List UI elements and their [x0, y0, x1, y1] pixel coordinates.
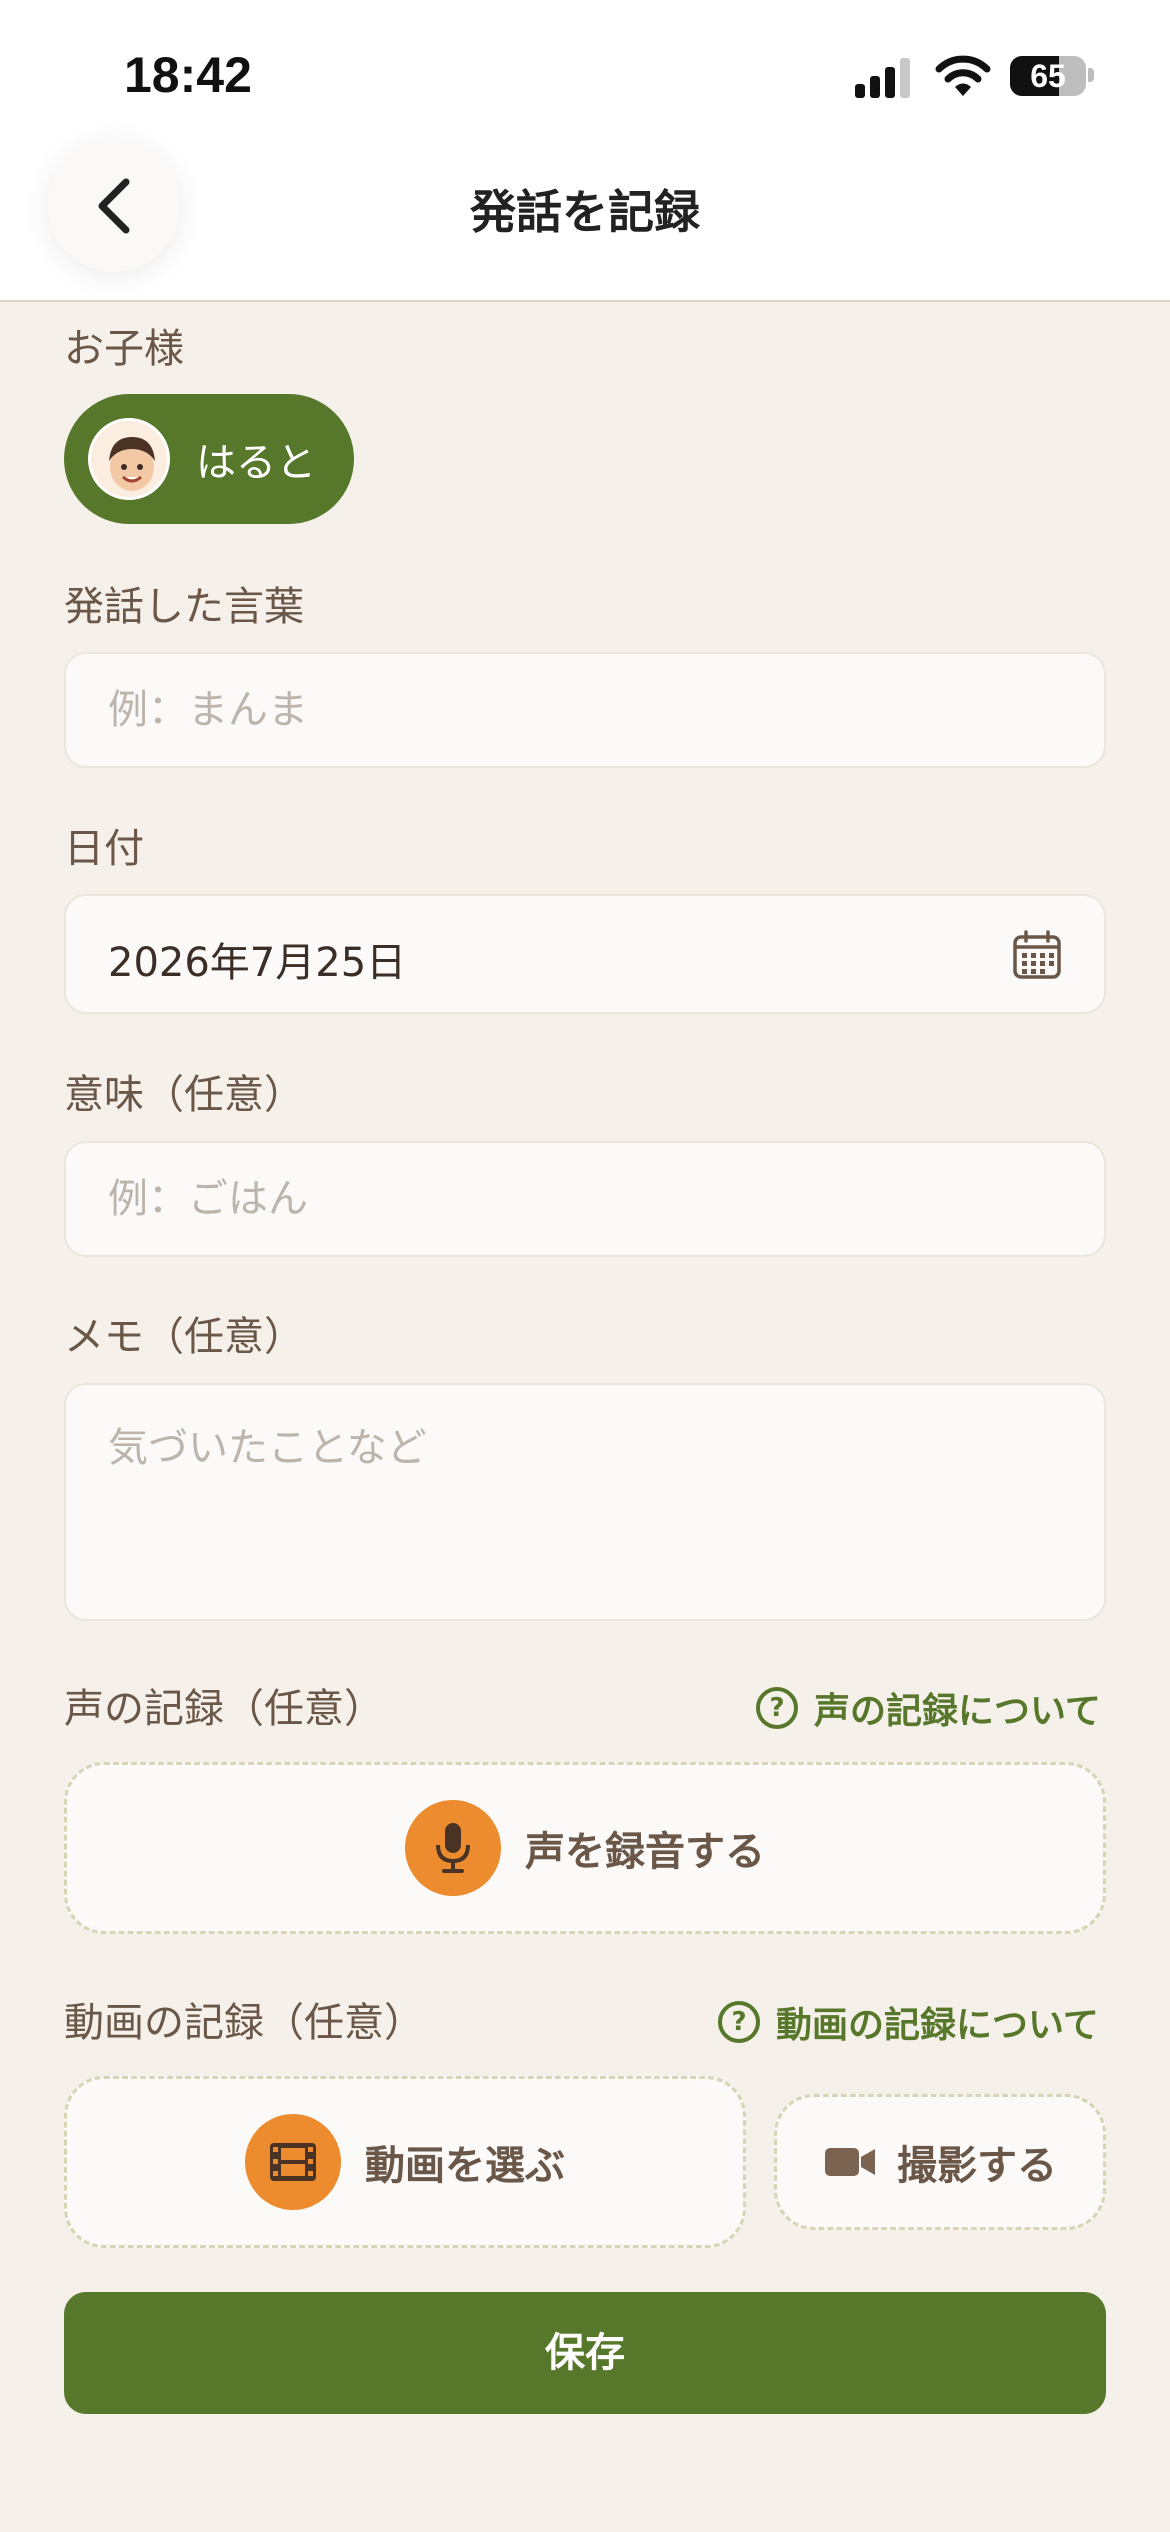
- avatar: [88, 418, 170, 500]
- voice-help-label: 声の記録について: [814, 1691, 1101, 1732]
- date-label: 日付: [64, 826, 144, 872]
- shoot-video-button[interactable]: 撮影する: [774, 2094, 1106, 2230]
- word-label: 発話した言葉: [64, 584, 304, 630]
- child-chip[interactable]: はると: [64, 394, 354, 524]
- battery-icon: 65: [1010, 56, 1086, 96]
- date-picker[interactable]: 2026年7月25日: [64, 894, 1106, 1014]
- mic-circle: [405, 1800, 501, 1896]
- memo-label: メモ（任意）: [64, 1314, 304, 1360]
- microphone-icon: [436, 1823, 470, 1873]
- voice-label: 声の記録（任意）: [64, 1686, 384, 1732]
- word-input[interactable]: [64, 652, 1106, 768]
- question-circle-icon: ?: [718, 2001, 760, 2043]
- record-voice-button[interactable]: 声を録音する: [64, 1762, 1106, 1934]
- status-time: 18:42: [124, 47, 252, 103]
- video-help-link[interactable]: ? 動画の記録について: [718, 1996, 1099, 2048]
- choose-video-button[interactable]: 動画を選ぶ: [64, 2076, 746, 2248]
- cellular-signal-icon: [855, 54, 915, 98]
- save-button[interactable]: 保存: [64, 2292, 1106, 2414]
- meaning-input[interactable]: [64, 1141, 1106, 1257]
- choose-video-label: 動画を選ぶ: [365, 2143, 565, 2189]
- child-label: お子様: [64, 326, 184, 372]
- video-camera-icon: [825, 2148, 875, 2176]
- question-circle-icon: ?: [756, 1687, 798, 1729]
- meaning-label: 意味（任意）: [64, 1072, 304, 1118]
- record-voice-label: 声を録音する: [525, 1829, 765, 1875]
- child-face-icon: [91, 421, 167, 497]
- navigation-bar: 18:42 65 発話を記録: [0, 0, 1170, 302]
- page-title: 発話を記録: [470, 185, 700, 239]
- video-help-label: 動画の記録について: [776, 2005, 1099, 2046]
- video-label: 動画の記録（任意）: [64, 2000, 424, 2046]
- calendar-icon: [1013, 930, 1061, 979]
- battery-tip: [1088, 68, 1094, 82]
- film-icon: [270, 2143, 316, 2181]
- memo-textarea[interactable]: [64, 1383, 1106, 1621]
- child-name: はると: [196, 440, 316, 486]
- voice-help-link[interactable]: ? 声の記録について: [756, 1682, 1101, 1734]
- shoot-video-label: 撮影する: [897, 2143, 1057, 2189]
- battery-percentage: 65: [1030, 58, 1066, 94]
- wifi-icon: [935, 55, 991, 96]
- film-circle: [245, 2114, 341, 2210]
- date-value: 2026年7月25日: [108, 940, 407, 986]
